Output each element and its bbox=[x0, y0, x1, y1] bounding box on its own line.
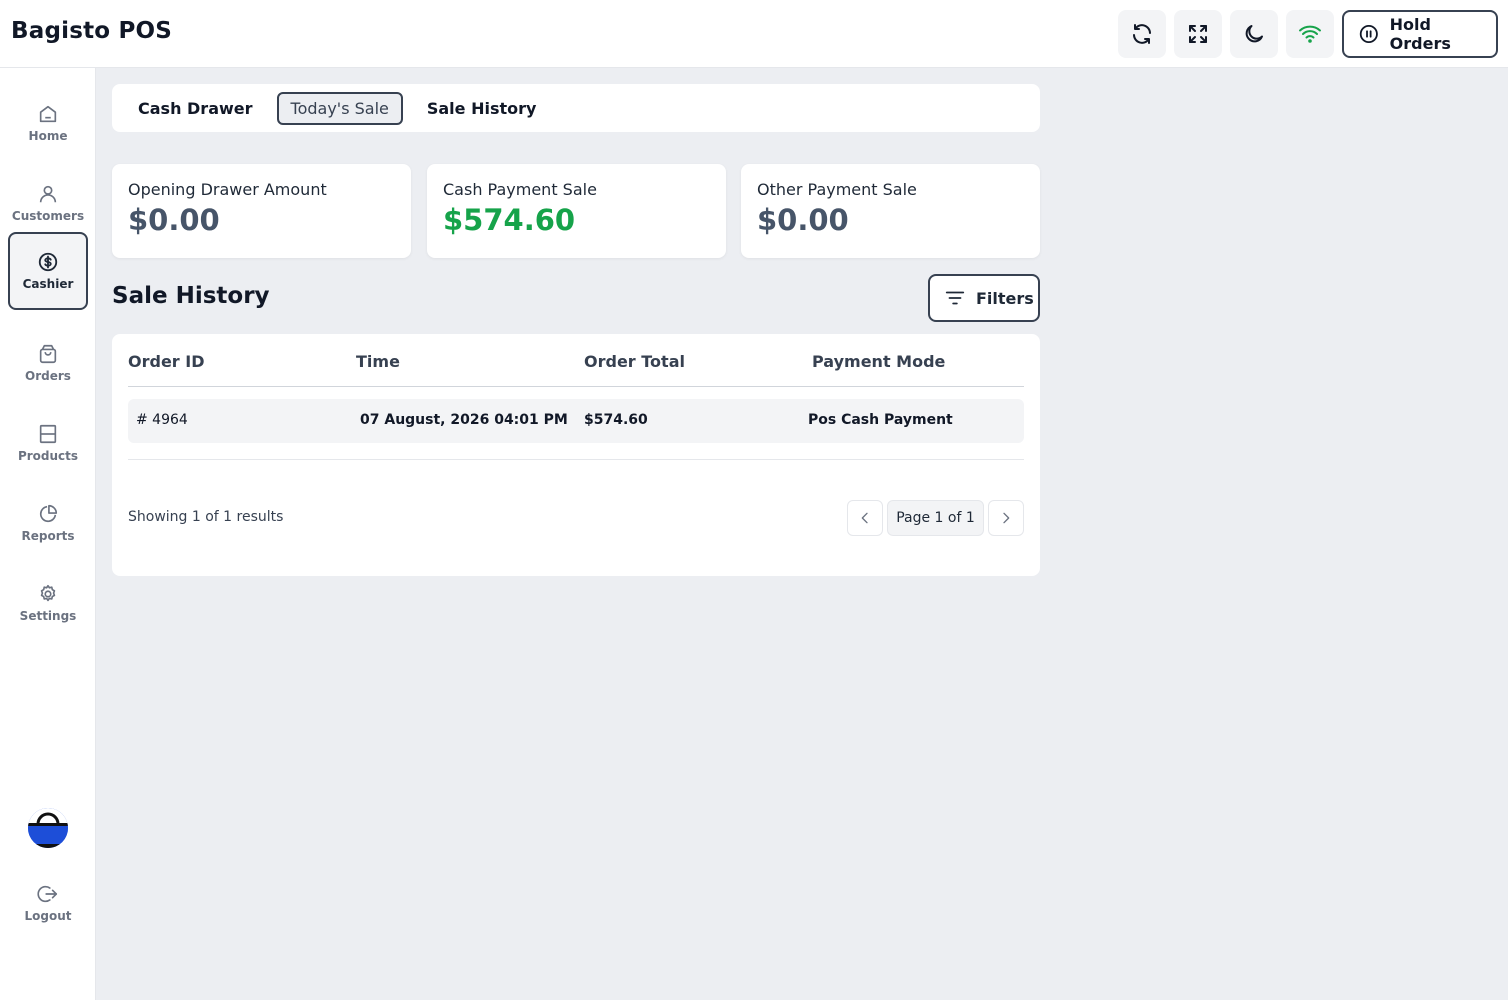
sidebar-item-reports[interactable]: Reports bbox=[8, 484, 88, 562]
top-header: Bagisto POS Hold Orders bbox=[0, 0, 1508, 68]
logout-button[interactable]: Logout bbox=[8, 864, 88, 942]
refresh-button[interactable] bbox=[1118, 10, 1166, 58]
app-title: Bagisto POS bbox=[11, 18, 173, 44]
cashier-tabs: Cash Drawer Today's Sale Sale History bbox=[112, 84, 1040, 132]
stat-value: $0.00 bbox=[757, 203, 849, 237]
tab-cash-drawer[interactable]: Cash Drawer bbox=[124, 92, 267, 125]
refresh-icon bbox=[1133, 24, 1151, 44]
gear-icon bbox=[40, 584, 56, 602]
chevron-right-icon bbox=[1003, 512, 1010, 524]
sidebar-item-cashier[interactable]: Cashier bbox=[8, 232, 88, 310]
pause-circle-icon bbox=[1359, 24, 1378, 44]
dark-mode-button[interactable] bbox=[1230, 10, 1278, 58]
table-header: Order ID Time Order Total Payment Mode bbox=[128, 334, 1024, 387]
cell-payment-mode: Pos Cash Payment bbox=[808, 412, 953, 428]
fullscreen-icon bbox=[1189, 25, 1207, 43]
wifi-status-button[interactable] bbox=[1286, 10, 1334, 58]
sidebar: Home Customers Cashier Orders Products R… bbox=[0, 68, 96, 1000]
avatar[interactable] bbox=[28, 808, 68, 848]
cell-order-id: # 4964 bbox=[136, 412, 188, 428]
prev-page-button[interactable] bbox=[847, 500, 883, 536]
shopping-basket-icon bbox=[28, 808, 68, 848]
tab-todays-sale[interactable]: Today's Sale bbox=[276, 91, 403, 125]
wifi-icon bbox=[1299, 25, 1321, 43]
column-header-payment-mode[interactable]: Payment Mode bbox=[812, 352, 945, 371]
sidebar-item-label: Customers bbox=[11, 209, 85, 223]
stat-value: $0.00 bbox=[128, 203, 220, 237]
sidebar-item-label: Products bbox=[17, 449, 79, 463]
filter-icon bbox=[945, 291, 965, 305]
opening-drawer-card: Opening Drawer Amount $0.00 bbox=[112, 164, 411, 258]
logout-label: Logout bbox=[24, 909, 72, 923]
hold-orders-button[interactable]: Hold Orders bbox=[1342, 10, 1498, 58]
home-icon bbox=[39, 105, 57, 123]
results-count: Showing 1 of 1 results bbox=[128, 509, 284, 525]
divider bbox=[128, 459, 1024, 460]
sidebar-item-label: Orders bbox=[25, 369, 71, 383]
sidebar-item-label: Cashier bbox=[22, 277, 74, 291]
sidebar-item-home[interactable]: Home bbox=[8, 84, 88, 162]
column-header-time[interactable]: Time bbox=[356, 352, 400, 371]
sidebar-item-orders[interactable]: Orders bbox=[8, 324, 88, 402]
logout-icon bbox=[37, 885, 58, 903]
sidebar-item-label: Settings bbox=[19, 609, 77, 623]
shopping-bag-icon bbox=[39, 344, 57, 364]
chevron-left-icon bbox=[861, 512, 868, 524]
user-icon bbox=[39, 185, 57, 203]
cell-order-total: $574.60 bbox=[584, 412, 648, 428]
tab-sale-history[interactable]: Sale History bbox=[413, 92, 551, 125]
section-title: Sale History bbox=[112, 283, 270, 309]
filters-button[interactable]: Filters bbox=[928, 274, 1040, 322]
sidebar-item-settings[interactable]: Settings bbox=[8, 564, 88, 642]
box-icon bbox=[39, 424, 57, 444]
sidebar-item-customers[interactable]: Customers bbox=[8, 164, 88, 242]
other-payment-card: Other Payment Sale $0.00 bbox=[741, 164, 1040, 258]
cash-payment-card: Cash Payment Sale $574.60 bbox=[427, 164, 726, 258]
column-header-order-total[interactable]: Order Total bbox=[584, 352, 685, 371]
sidebar-item-label: Home bbox=[28, 129, 68, 143]
moon-icon bbox=[1245, 25, 1263, 43]
cell-time: 07 August, 2026 04:01 PM bbox=[360, 412, 568, 428]
page-indicator: Page 1 of 1 bbox=[887, 500, 984, 536]
next-page-button[interactable] bbox=[988, 500, 1024, 536]
stat-title: Other Payment Sale bbox=[757, 180, 917, 199]
stat-title: Opening Drawer Amount bbox=[128, 180, 327, 199]
stat-title: Cash Payment Sale bbox=[443, 180, 597, 199]
dollar-circle-icon bbox=[38, 252, 58, 272]
table-row[interactable]: # 4964 07 August, 2026 04:01 PM $574.60 … bbox=[128, 399, 1024, 443]
column-header-order-id[interactable]: Order ID bbox=[128, 352, 205, 371]
pie-chart-icon bbox=[39, 504, 58, 523]
sidebar-item-products[interactable]: Products bbox=[8, 404, 88, 482]
filters-label: Filters bbox=[976, 288, 1034, 308]
sidebar-item-label: Reports bbox=[21, 529, 75, 543]
hold-orders-label: Hold Orders bbox=[1389, 15, 1451, 53]
fullscreen-button[interactable] bbox=[1174, 10, 1222, 58]
sale-history-table: Order ID Time Order Total Payment Mode #… bbox=[112, 334, 1040, 576]
stat-value: $574.60 bbox=[443, 203, 576, 237]
